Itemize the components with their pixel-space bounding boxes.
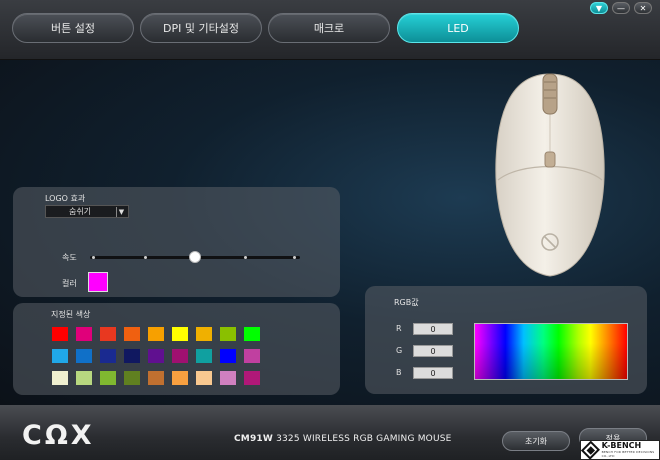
tab-label: 매크로 [313,22,345,35]
preset-color-swatch[interactable] [124,327,140,341]
speed-slider-thumb[interactable] [189,251,201,263]
kbench-logo-icon [580,440,600,460]
chevron-down-icon: ▼ [595,3,603,13]
logo-effect-title: LOGO 효과 [45,194,86,203]
preset-color-swatch[interactable] [244,371,260,385]
preset-color-swatch[interactable] [76,371,92,385]
preset-color-swatch[interactable] [76,327,92,341]
preset-color-swatch[interactable] [220,327,236,341]
slider-tick [92,256,95,259]
slider-tick [244,256,247,259]
tab-label: DPI 및 기타설정 [163,22,239,35]
b-value-input[interactable]: 0 [413,367,453,379]
kbench-subtext: BENCH FOR BETTER DECISIONS CO.,LTD [601,450,655,458]
preset-color-swatch[interactable] [172,371,188,385]
effect-value: 숨쉬기 [68,207,92,216]
dropdown-arrow-icon: ▼ [116,207,126,217]
r-label: R [396,324,402,333]
close-button[interactable]: ✕ [634,2,652,14]
preset-color-swatch[interactable] [196,327,212,341]
tab-button-settings[interactable]: 버튼 설정 [12,13,134,43]
rgb-title: RGB값 [394,298,419,307]
dpi-button [544,151,556,168]
top-bar: 버튼 설정 DPI 및 기타설정 매크로 LED ▼ — ✕ [0,0,660,60]
cox-logo: CΩX [22,420,95,451]
minimize-icon: — [617,3,625,13]
color-label: 컬러 [62,279,77,288]
preset-color-swatch[interactable] [100,327,116,341]
kbench-watermark: K-BENCH BENCH FOR BETTER DECISIONS CO.,L… [580,440,660,460]
model-name: CM91W 3325 WIRELESS RGB GAMING MOUSE [234,434,452,444]
reset-button[interactable]: 초기화 [502,431,570,451]
preset-color-swatch[interactable] [76,349,92,363]
menu-dropdown-button[interactable]: ▼ [590,2,608,14]
preset-color-swatch[interactable] [220,371,236,385]
logo-color-swatch[interactable] [88,272,108,292]
preset-color-swatch[interactable] [220,349,236,363]
preset-color-swatch[interactable] [100,371,116,385]
preset-color-swatch[interactable] [52,349,68,363]
close-icon: ✕ [639,3,647,13]
preset-color-swatch[interactable] [172,327,188,341]
tab-label: 버튼 설정 [51,22,95,35]
tab-macro[interactable]: 매크로 [268,13,390,43]
tab-led[interactable]: LED [397,13,519,43]
preset-color-swatch[interactable] [196,371,212,385]
preset-color-swatch[interactable] [172,349,188,363]
g-label: G [396,346,403,355]
preset-color-swatch[interactable] [148,349,164,363]
reset-label: 초기화 [524,436,548,446]
kbench-text: K-BENCH [601,441,642,450]
mouse-image [495,73,605,277]
g-value-input[interactable]: 0 [413,345,453,357]
preset-color-swatch[interactable] [52,371,68,385]
preset-color-swatch[interactable] [244,327,260,341]
b-label: B [396,368,402,377]
preset-color-swatch[interactable] [124,349,140,363]
effect-dropdown[interactable]: 숨쉬기 ▼ [45,205,129,218]
model-bold: CM91W [234,434,274,444]
preset-color-swatch[interactable] [100,349,116,363]
preset-color-swatch[interactable] [148,327,164,341]
slider-tick [144,256,147,259]
preset-color-swatch[interactable] [244,349,260,363]
tab-dpi-settings[interactable]: DPI 및 기타설정 [140,13,262,43]
preset-color-swatch[interactable] [52,327,68,341]
scroll-wheel [542,73,558,115]
preset-color-swatch[interactable] [124,371,140,385]
preset-color-swatch[interactable] [196,349,212,363]
minimize-button[interactable]: — [612,2,630,14]
preset-colors-title: 지정된 색상 [51,310,91,319]
model-rest: 3325 WIRELESS RGB GAMING MOUSE [273,434,452,444]
color-spectrum-picker[interactable] [474,323,628,380]
tab-label: LED [447,21,469,35]
slider-tick [293,256,296,259]
preset-color-swatch[interactable] [148,371,164,385]
r-value-input[interactable]: 0 [413,323,453,335]
speed-label: 속도 [62,253,77,262]
